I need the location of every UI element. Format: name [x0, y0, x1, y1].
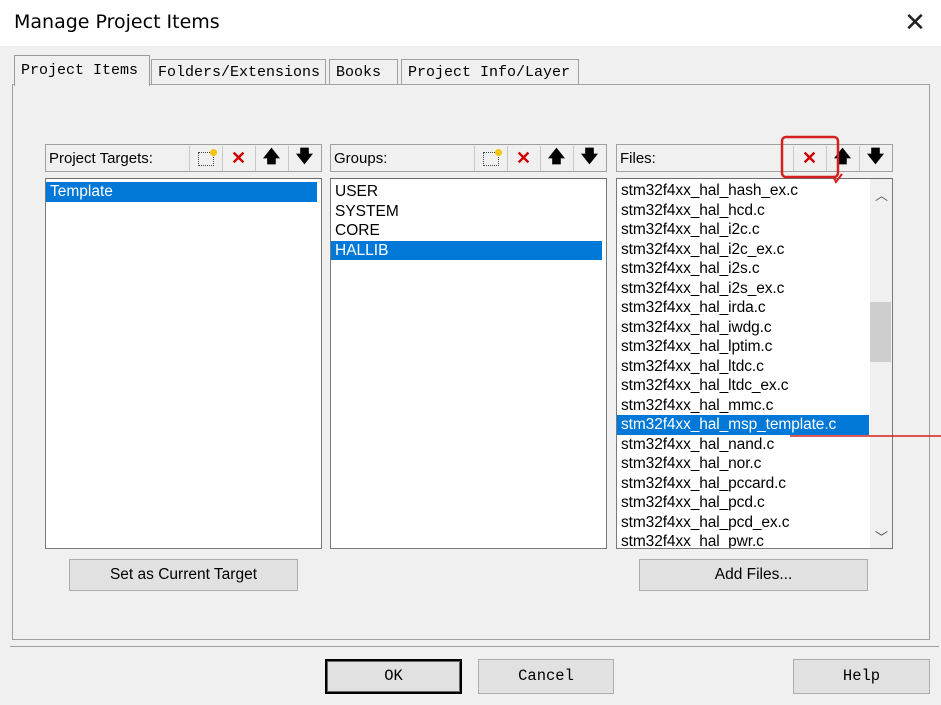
annotation-overlay	[780, 135, 941, 437]
help-button[interactable]: Help	[793, 659, 930, 694]
cancel-button[interactable]: Cancel	[478, 659, 614, 694]
ok-button[interactable]: OK	[325, 659, 462, 694]
annotation-box	[780, 135, 840, 179]
tab-project-items[interactable]: Project Items	[14, 55, 150, 86]
set-current-target-button[interactable]: Set as Current Target	[69, 559, 298, 591]
add-files-button[interactable]: Add Files...	[639, 559, 868, 591]
